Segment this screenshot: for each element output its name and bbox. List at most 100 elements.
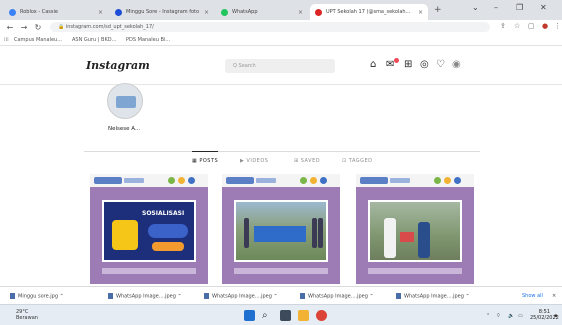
photo-gift [400, 232, 414, 242]
home-icon[interactable]: ⌂ [370, 60, 376, 70]
file-explorer-icon[interactable] [298, 310, 309, 321]
weather-widget[interactable]: 29°C Berawan [16, 309, 38, 321]
start-icon[interactable] [244, 310, 255, 321]
minimize-button[interactable]: – [494, 3, 498, 12]
menu-icon[interactable]: ⋮ [554, 22, 561, 30]
back-icon[interactable]: ← [6, 23, 14, 32]
close-window-button[interactable]: ✕ [540, 3, 547, 12]
tab-videos[interactable]: ▶ VIDEOS [240, 158, 268, 164]
weather-desc: Berawan [16, 315, 38, 321]
browser-tab[interactable]: Roblox - Cassie × [4, 4, 108, 20]
download-item[interactable]: WhatsApp Image....jpeg ⌃ [108, 293, 182, 300]
download-item[interactable]: WhatsApp Image....jpeg ⌃ [300, 293, 374, 300]
tab-saved[interactable]: ⊞ SAVED [294, 158, 320, 164]
file-icon [396, 293, 401, 299]
maximize-button[interactable]: ❐ [516, 3, 523, 12]
task-view-icon[interactable] [280, 310, 291, 321]
download-item[interactable]: WhatsApp Image....jpeg ⌃ [204, 293, 278, 300]
show-all-downloads-link[interactable]: Show all [522, 293, 543, 299]
post-header-strip [222, 174, 340, 187]
close-tab-icon[interactable]: × [98, 9, 103, 16]
file-icon [10, 293, 15, 299]
tab-tagged[interactable]: ⊡ TAGGED [342, 158, 373, 164]
file-icon [108, 293, 113, 299]
badge-icon [320, 177, 327, 184]
tab-posts[interactable]: ▦ POSTS [192, 151, 219, 164]
browser-tab[interactable]: Minggu Sore - Instagram foto × [110, 4, 214, 20]
post-thumbnail[interactable]: SOSIALISASI [90, 174, 208, 284]
photo-person [312, 218, 317, 248]
download-name: WhatsApp Image....jpeg [212, 293, 272, 300]
school-logo [360, 177, 388, 184]
profile-tabs: ▦ POSTS ▶ VIDEOS ⊞ SAVED ⊡ TAGGED [84, 151, 480, 173]
battery-icon[interactable]: ▭ [518, 313, 523, 319]
volume-icon[interactable]: 🔈 [508, 313, 514, 319]
messenger-icon[interactable]: ✉ [386, 60, 394, 70]
explore-icon[interactable]: ◎ [420, 60, 429, 70]
url-text: instagram.com/sd_upt_sekolah_17/ [65, 24, 154, 30]
instagram-logo[interactable]: Instagram [86, 59, 150, 72]
profile-icon[interactable]: ◉ [452, 60, 461, 70]
instagram-header: Instagram Q Search ⌂ ✉ ⊞ ◎ ♡ ◉ [0, 47, 562, 85]
apps-icon[interactable]: ⁞⁞⁞ [4, 37, 9, 43]
browser-tab-active[interactable]: UPT Sekolah 17 (@sma_sekolah... × [310, 4, 428, 20]
badge-icon [310, 177, 317, 184]
address-bar-row: ← → ↻ 🔒 instagram.com/sd_upt_sekolah_17/… [0, 20, 562, 34]
poster-title: SOSIALISASI [142, 210, 185, 217]
badge-icon [454, 177, 461, 184]
close-tab-icon[interactable]: × [204, 9, 209, 16]
post-footer-strip [102, 268, 196, 274]
favicon-icon [115, 8, 122, 16]
post-image [234, 200, 328, 262]
downloads-bar: Minggu sore.jpg ⌃ WhatsApp Image....jpeg… [0, 286, 562, 304]
tab-title: Roblox - Cassie [20, 9, 58, 15]
tab-title: UPT Sekolah 17 (@sma_sekolah... [326, 9, 411, 15]
profile-avatar-icon[interactable]: ● [542, 22, 548, 30]
network-icon[interactable]: ⌔ [496, 313, 501, 319]
badge-icon [434, 177, 441, 184]
bookmark-item[interactable]: ASN Guru | BKD... [72, 37, 116, 43]
bookmark-item[interactable]: PDS Manaleu Bi... [126, 37, 170, 43]
school-logo [226, 177, 254, 184]
poster-graphic [152, 242, 184, 251]
file-icon [300, 293, 305, 299]
photo-banner [254, 226, 306, 242]
forward-icon[interactable]: → [20, 23, 28, 32]
post-image [368, 200, 462, 262]
close-downloads-icon[interactable]: × [552, 293, 556, 299]
tab-search-button[interactable]: ⌄ [472, 3, 479, 12]
file-icon [204, 293, 209, 299]
download-item[interactable]: Minggu sore.jpg ⌃ [10, 293, 64, 300]
download-name: WhatsApp Image....jpeg [404, 293, 464, 300]
post-thumbnail[interactable] [222, 174, 340, 284]
profile-avatar[interactable] [107, 83, 143, 119]
profile-username[interactable]: Nelsese A... [108, 126, 140, 132]
bookmark-item[interactable]: Campus Manaleu... [14, 37, 62, 43]
program-logo [390, 178, 410, 183]
tab-title: Minggu Sore - Instagram foto [126, 9, 200, 15]
favicon-icon [9, 8, 16, 16]
browser-tab[interactable]: WhatsApp × [216, 4, 308, 20]
heart-icon[interactable]: ♡ [436, 60, 445, 70]
chrome-icon[interactable] [316, 310, 327, 321]
close-tab-icon[interactable]: × [418, 9, 423, 16]
school-logo [94, 177, 122, 184]
program-logo [124, 178, 144, 183]
bookmarks-bar: ⁞⁞⁞ Campus Manaleu... ASN Guru | BKD... … [0, 34, 562, 46]
new-tab-button[interactable]: + [434, 5, 442, 15]
tray-chevron-icon[interactable]: ⌃ [486, 313, 490, 319]
poster-graphic [112, 220, 138, 250]
url-input[interactable]: 🔒 instagram.com/sd_upt_sekolah_17/ [50, 22, 490, 32]
badge-icon [168, 177, 175, 184]
notification-icon[interactable]: ▪ [554, 313, 557, 319]
download-item[interactable]: WhatsApp Image....jpeg ⌃ [396, 293, 470, 300]
bookmark-star-icon[interactable]: ☆ [514, 22, 520, 30]
close-tab-icon[interactable]: × [298, 9, 303, 16]
reload-icon[interactable]: ↻ [34, 23, 42, 32]
new-post-icon[interactable]: ⊞ [404, 60, 412, 70]
search-icon[interactable]: ⌕ [262, 310, 273, 321]
search-input[interactable]: Q Search [225, 59, 335, 73]
share-icon[interactable]: ⇪ [500, 22, 506, 30]
extensions-icon[interactable]: ▢ [528, 22, 535, 30]
post-thumbnail[interactable] [356, 174, 474, 284]
